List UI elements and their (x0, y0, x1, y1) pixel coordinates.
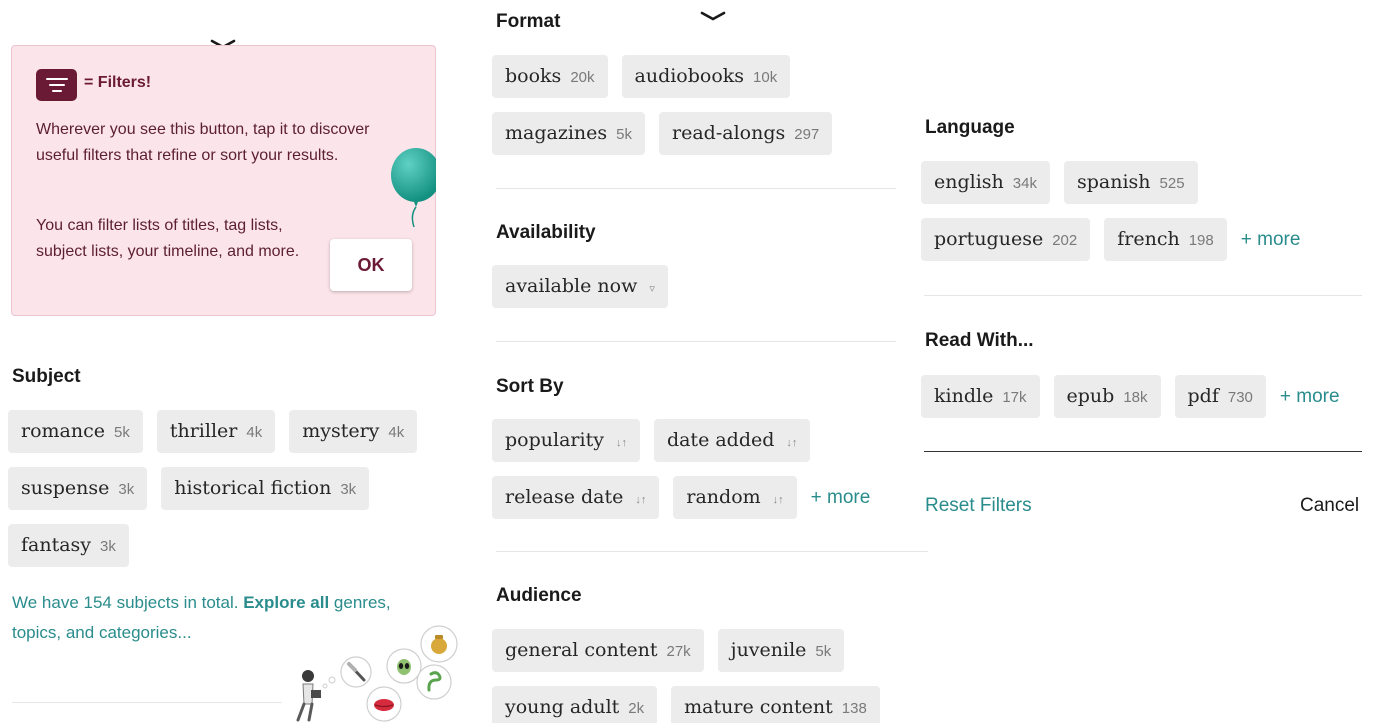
sort-icon: ↓↑ (772, 494, 784, 506)
ok-button[interactable]: OK (330, 239, 412, 291)
chip-romance[interactable]: romance 5k (8, 410, 143, 453)
chip-general-content[interactable]: general content 27k (492, 629, 704, 672)
section-title-availability: Availability (496, 222, 596, 243)
chip-fantasy[interactable]: fantasy 3k (8, 524, 129, 567)
chip-english[interactable]: english 34k (921, 161, 1050, 204)
cancel-button[interactable]: Cancel (1300, 495, 1359, 517)
chip-available-now[interactable]: available now ▿ (492, 265, 668, 308)
sort-more-link[interactable]: + more (811, 476, 871, 519)
sort-icon: ↓↑ (615, 437, 627, 449)
chip-spanish[interactable]: spanish 525 (1063, 161, 1198, 204)
bottom-divider (12, 702, 282, 703)
divider (924, 295, 1362, 296)
divider (496, 341, 896, 342)
chip-date-added[interactable]: date added ↓↑ (653, 419, 811, 462)
section-title-language: Language (925, 117, 1015, 138)
chip-suspense[interactable]: suspense 3k (8, 467, 148, 510)
explore-all-link[interactable]: Explore all (243, 593, 329, 612)
chip-kindle[interactable]: kindle 17k (921, 375, 1040, 418)
chip-audiobooks[interactable]: audiobooks 10k (621, 55, 791, 98)
tooltip-body-1: Wherever you see this button, tap it to … (36, 121, 370, 164)
section-title-format: Format (496, 11, 561, 32)
reader-thinking-illustration (296, 625, 458, 722)
language-chips: english 34k spanish 525 portuguese 202 fren… (921, 161, 1371, 275)
language-more-link[interactable]: + more (1241, 218, 1301, 261)
chip-books[interactable]: books 20k (492, 55, 608, 98)
read-with-chips: kindle 17k epub 18k pdf 730 + more (921, 375, 1379, 432)
filters-panel-right: Language english 34k spanish 525 portugues… (912, 0, 1379, 723)
reset-filters-button[interactable]: Reset Filters (925, 495, 1032, 517)
chip-french[interactable]: french 198 (1104, 218, 1227, 261)
balloon-icon (391, 148, 436, 227)
subjects-note-prefix: We have 154 subjects in total. (12, 593, 244, 612)
filters-tooltip: = Filters! Wherever you see this button,… (11, 45, 436, 316)
chip-juvenile[interactable]: juvenile 5k (717, 629, 845, 672)
chip-epub[interactable]: epub 18k (1053, 375, 1161, 418)
subject-chips: romance 5k thriller 4k mystery 4k suspense 3… (8, 410, 448, 581)
chip-release-date[interactable]: release date ↓↑ (492, 476, 660, 519)
tooltip-title: = Filters! (84, 74, 152, 91)
filter-icon: ▿ (649, 283, 655, 295)
chip-mystery[interactable]: mystery 4k (289, 410, 418, 453)
sort-icon: ↓↑ (635, 494, 647, 506)
availability-chips: available now ▿ (492, 265, 892, 322)
format-chips: books 20k audiobooks 10k magazines 5k read-… (492, 55, 892, 169)
chip-magazines[interactable]: magazines 5k (492, 112, 645, 155)
section-title-subject: Subject (12, 366, 81, 387)
chip-thriller[interactable]: thriller 4k (156, 410, 276, 453)
chip-read-alongs[interactable]: read-alongs 297 (659, 112, 833, 155)
chip-random[interactable]: random ↓↑ (673, 476, 797, 519)
divider (496, 188, 896, 189)
chip-mature-content[interactable]: mature content 138 (671, 686, 880, 723)
subject-panel: = Filters! Wherever you see this button,… (0, 0, 460, 723)
audience-chips: general content 27k juvenile 5k young adul… (492, 629, 912, 723)
divider (496, 551, 928, 552)
read-with-more-link[interactable]: + more (1280, 375, 1340, 418)
filter-button-icon (36, 69, 77, 101)
section-title-read-with: Read With... (925, 330, 1034, 351)
tooltip-body-2: You can filter lists of titles, tag list… (36, 217, 300, 260)
chip-young-adult[interactable]: young adult 2k (492, 686, 658, 723)
filters-panel-middle: Format books 20k audiobooks 10k magazines 5… (482, 0, 932, 723)
chip-popularity[interactable]: popularity ↓↑ (492, 419, 640, 462)
chevron-down-icon[interactable] (700, 10, 726, 22)
chip-pdf[interactable]: pdf 730 (1174, 375, 1266, 418)
sort-chips: popularity ↓↑ date added ↓↑ release date ↓↑… (492, 419, 912, 533)
chip-historical-fiction[interactable]: historical fiction 3k (161, 467, 370, 510)
sort-icon: ↓↑ (786, 437, 798, 449)
actions-divider (924, 451, 1362, 452)
chip-portuguese[interactable]: portuguese 202 (921, 218, 1091, 261)
section-title-sort-by: Sort By (496, 376, 564, 397)
section-title-audience: Audience (496, 585, 582, 606)
